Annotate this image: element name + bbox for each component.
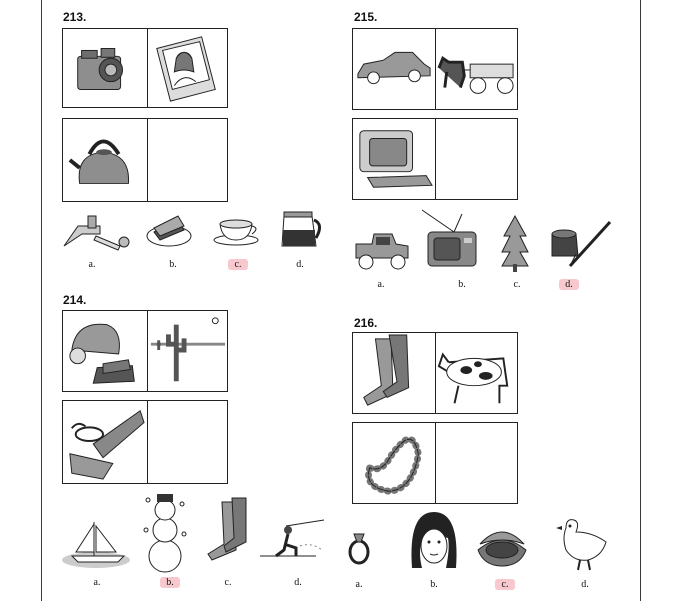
option-label-highlighted: d. [559,279,579,290]
analogy-grid-215-row1 [352,28,518,110]
analogy-grid-214-row2 [62,400,228,484]
option-label: b. [169,259,177,270]
option-label: d. [294,577,302,588]
option-label-highlighted: b. [160,577,180,588]
option-label: c. [224,577,232,588]
option-a-faucet-icon[interactable] [60,206,134,254]
horse-wagon-icon [435,29,517,109]
option-label: a. [93,577,101,588]
option-label: a. [377,279,385,290]
option-d-coffee-pot-icon[interactable] [278,208,326,250]
option-b-old-television-icon[interactable] [418,208,484,270]
empty-answer-cell [435,119,517,199]
option-d-chicken-icon[interactable] [552,514,614,574]
left-page-rule [41,0,42,601]
option-label: a. [88,259,96,270]
option-c-oyster-icon[interactable] [474,520,530,570]
option-label-highlighted: c. [495,579,515,590]
modern-car-icon [353,29,436,109]
option-label: c. [513,279,521,290]
boots-icon [353,333,436,413]
option-d-water-skier-icon[interactable] [256,516,328,566]
option-label: d. [581,579,589,590]
analogy-grid-213-row1 [62,28,228,108]
option-a-ring-icon[interactable] [346,524,372,568]
camera-icon [63,29,148,107]
option-c-teacup-icon[interactable] [212,214,260,248]
question-number-215: 215. [354,10,378,24]
analogy-grid-216-row2 [352,422,518,504]
question-number-213: 213. [63,10,87,24]
pearl-necklace-icon [353,423,436,503]
option-d-ink-quill-icon[interactable] [548,218,614,270]
option-c-pine-tree-icon[interactable] [500,214,530,272]
analogy-grid-214-row1 [62,310,228,392]
option-a-old-car-icon[interactable] [352,228,412,272]
option-label: a. [355,579,363,590]
option-c-boots-icon[interactable] [202,496,252,568]
question-number-214: 214. [63,293,87,307]
analogy-grid-216-row1 [352,332,518,414]
analogy-grid-213-row2 [62,118,228,202]
option-label: b. [430,579,438,590]
winter-hat-gloves-icon [63,311,148,391]
cow-icon [435,333,517,413]
snorkel-flippers-icon [63,401,148,483]
portrait-photo-icon [147,29,227,107]
option-b-snowman-icon[interactable] [140,490,190,574]
kettle-icon [63,119,148,201]
desert-cactus-icon [147,311,227,391]
analogy-grid-215-row2 [352,118,518,200]
empty-answer-cell [147,401,227,483]
option-label: b. [458,279,466,290]
question-number-216: 216. [354,316,378,330]
right-page-rule [640,0,641,601]
option-label: d. [296,259,304,270]
empty-answer-cell [147,119,227,201]
option-label-highlighted: c. [228,259,248,270]
option-b-cake-slice-icon[interactable] [144,208,194,250]
option-b-woman-face-icon[interactable] [404,508,464,574]
computer-icon [353,119,436,199]
empty-answer-cell [435,423,517,503]
option-a-sailboat-icon[interactable] [62,516,132,572]
